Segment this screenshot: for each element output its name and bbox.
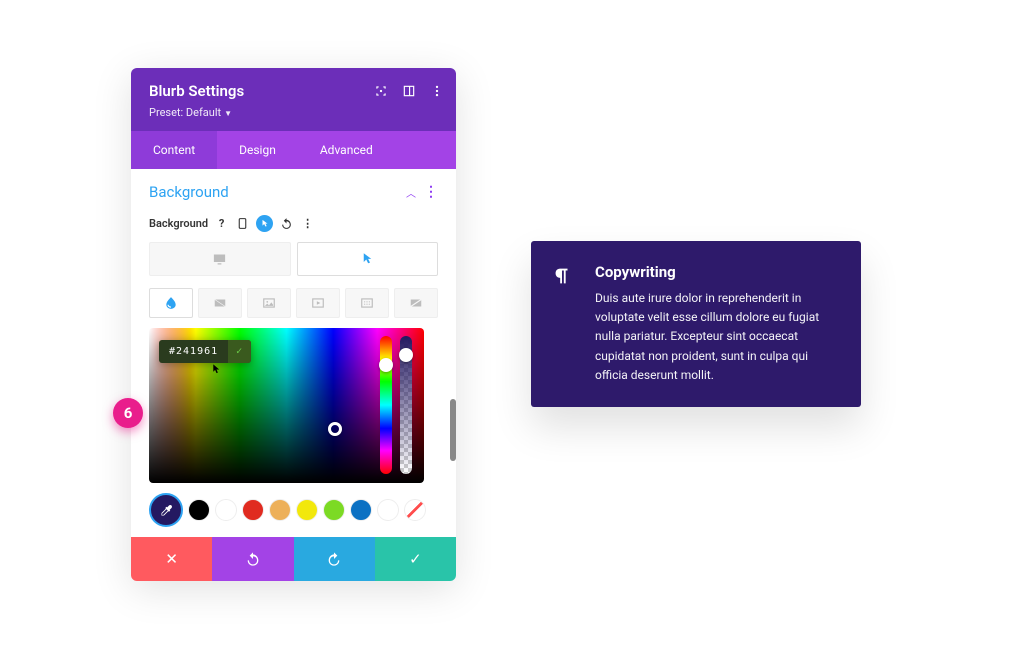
hue-handle[interactable] [379,358,393,372]
background-type-tabs [149,288,438,318]
swatch-yellow[interactable] [296,499,318,521]
reset-icon[interactable] [279,216,294,231]
panel-header: Blurb Settings Preset: Default▼ [131,68,456,131]
step-badge: 6 [113,398,143,428]
device-desktop-tab[interactable] [149,242,291,276]
bg-type-image[interactable] [247,288,291,318]
swatch-white[interactable] [215,499,237,521]
background-row-label: Background [149,217,208,230]
color-field[interactable]: #241961 ✓ [149,328,424,483]
preview-card: Copywriting Duis aute irure dolor in rep… [531,241,861,407]
swatch-green[interactable] [323,499,345,521]
swatch-red[interactable] [242,499,264,521]
alpha-handle[interactable] [399,348,413,362]
panel-footer: ✕ ✓ [131,537,456,581]
swatch-blue[interactable] [350,499,372,521]
tab-advanced[interactable]: Advanced [298,131,395,169]
eyedropper-button[interactable] [149,493,183,527]
preview-text: Copywriting Duis aute irure dolor in rep… [595,263,837,385]
row-more-icon[interactable]: ⋮ [300,216,315,231]
chevron-down-icon: ▼ [224,109,232,118]
undo-button[interactable] [212,537,293,581]
apply-hex-button[interactable]: ✓ [228,340,251,363]
help-icon[interactable]: ? [214,216,229,231]
background-section: Background ︿ ⋮ Background ? ⋮ [131,169,456,537]
bg-type-video[interactable] [296,288,340,318]
preset-label: Preset: Default [149,106,221,119]
hex-value-input[interactable]: #241961 [159,340,228,363]
save-button[interactable]: ✓ [375,537,456,581]
bg-type-gradient[interactable] [198,288,242,318]
bg-type-pattern[interactable] [345,288,389,318]
color-picker: #241961 ✓ [149,328,438,527]
swatch-black[interactable] [188,499,210,521]
preset-selector[interactable]: Preset: Default▼ [149,106,438,119]
chevron-up-icon[interactable]: ︿ [406,185,416,200]
tab-design[interactable]: Design [217,131,298,169]
expand-panel-icon[interactable] [402,84,416,98]
section-title[interactable]: Background [149,183,229,201]
header-icon-group [374,84,444,98]
cursor-icon [211,362,222,379]
hue-slider[interactable] [380,336,392,474]
section-header: Background ︿ ⋮ [149,183,438,201]
swatch-row [149,493,438,527]
settings-panel: Blurb Settings Preset: Default▼ Content … [131,68,456,581]
more-options-icon[interactable] [430,84,444,98]
swatch-orange[interactable] [269,499,291,521]
color-field-cursor[interactable] [328,422,342,436]
section-more-icon[interactable]: ⋮ [424,184,438,200]
scrollbar-thumb[interactable] [450,399,456,461]
tab-content[interactable]: Content [131,131,217,169]
redo-button[interactable] [294,537,375,581]
hex-chip: #241961 ✓ [159,340,251,363]
paragraph-icon [551,263,579,385]
device-hover-tab[interactable] [297,242,439,276]
tabs: Content Design Advanced [131,131,456,169]
background-option-row: Background ? ⋮ [149,215,438,232]
focus-icon[interactable] [374,84,388,98]
cancel-button[interactable]: ✕ [131,537,212,581]
tablet-icon[interactable] [235,216,250,231]
bg-type-mask[interactable] [394,288,438,318]
preview-body: Duis aute irure dolor in reprehenderit i… [595,289,837,385]
swatch-empty[interactable] [377,499,399,521]
bg-type-color[interactable] [149,288,193,318]
alpha-slider[interactable] [400,336,412,474]
device-tabs [149,242,438,276]
preview-title: Copywriting [595,263,837,281]
swatch-none[interactable] [404,499,426,521]
hover-state-icon[interactable] [256,215,273,232]
